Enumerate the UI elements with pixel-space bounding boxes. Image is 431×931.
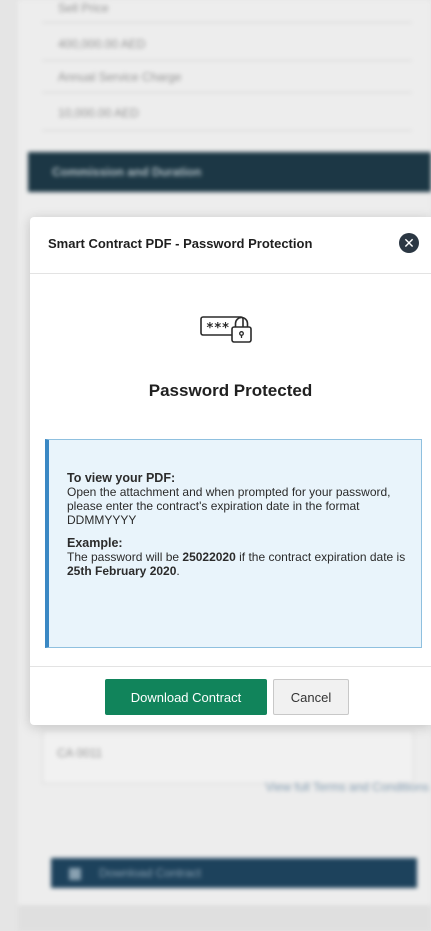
cancel-button[interactable]: Cancel	[273, 679, 349, 715]
example-text: The password will be 25022020 if the con…	[67, 550, 407, 578]
svg-text:***: ***	[206, 321, 230, 336]
modal-header: Smart Contract PDF - Password Protection…	[30, 217, 431, 274]
example-password: 25022020	[182, 550, 236, 564]
password-protection-modal: Smart Contract PDF - Password Protection…	[30, 217, 431, 725]
example-title: Example:	[67, 536, 123, 550]
example-middle: if the contract expiration date is	[235, 550, 406, 564]
password-lock-icon: ***	[200, 316, 252, 343]
download-contract-button[interactable]: Download Contract	[105, 679, 267, 715]
example-date: 25th February 2020	[67, 564, 177, 578]
screen: Sell Price 400,000.00 AED Annual Service…	[0, 0, 431, 931]
example-prefix: The password will be	[67, 550, 183, 564]
view-pdf-text: Open the attachment and when prompted fo…	[67, 485, 391, 527]
modal-heading: Password Protected	[148, 381, 313, 400]
info-box: To view your PDF: Open the attachment an…	[45, 439, 422, 648]
modal-title: Smart Contract PDF - Password Protection	[48, 236, 313, 251]
view-pdf-title: To view your PDF:	[67, 471, 176, 485]
example-suffix: .	[176, 564, 180, 578]
modal-footer: Download Contract Cancel	[30, 666, 431, 726]
close-icon[interactable]: ✕	[399, 233, 419, 253]
